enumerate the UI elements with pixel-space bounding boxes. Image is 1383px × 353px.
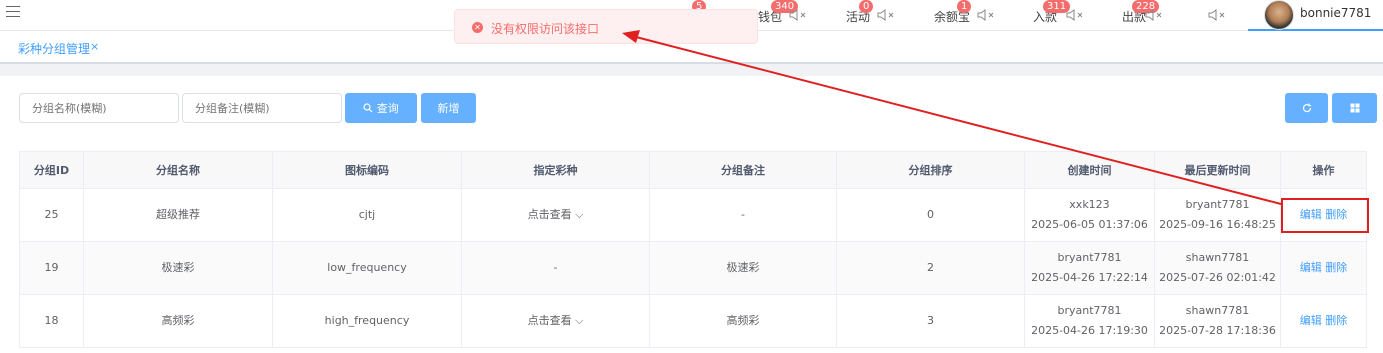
annotation-arrow [622, 30, 1282, 205]
